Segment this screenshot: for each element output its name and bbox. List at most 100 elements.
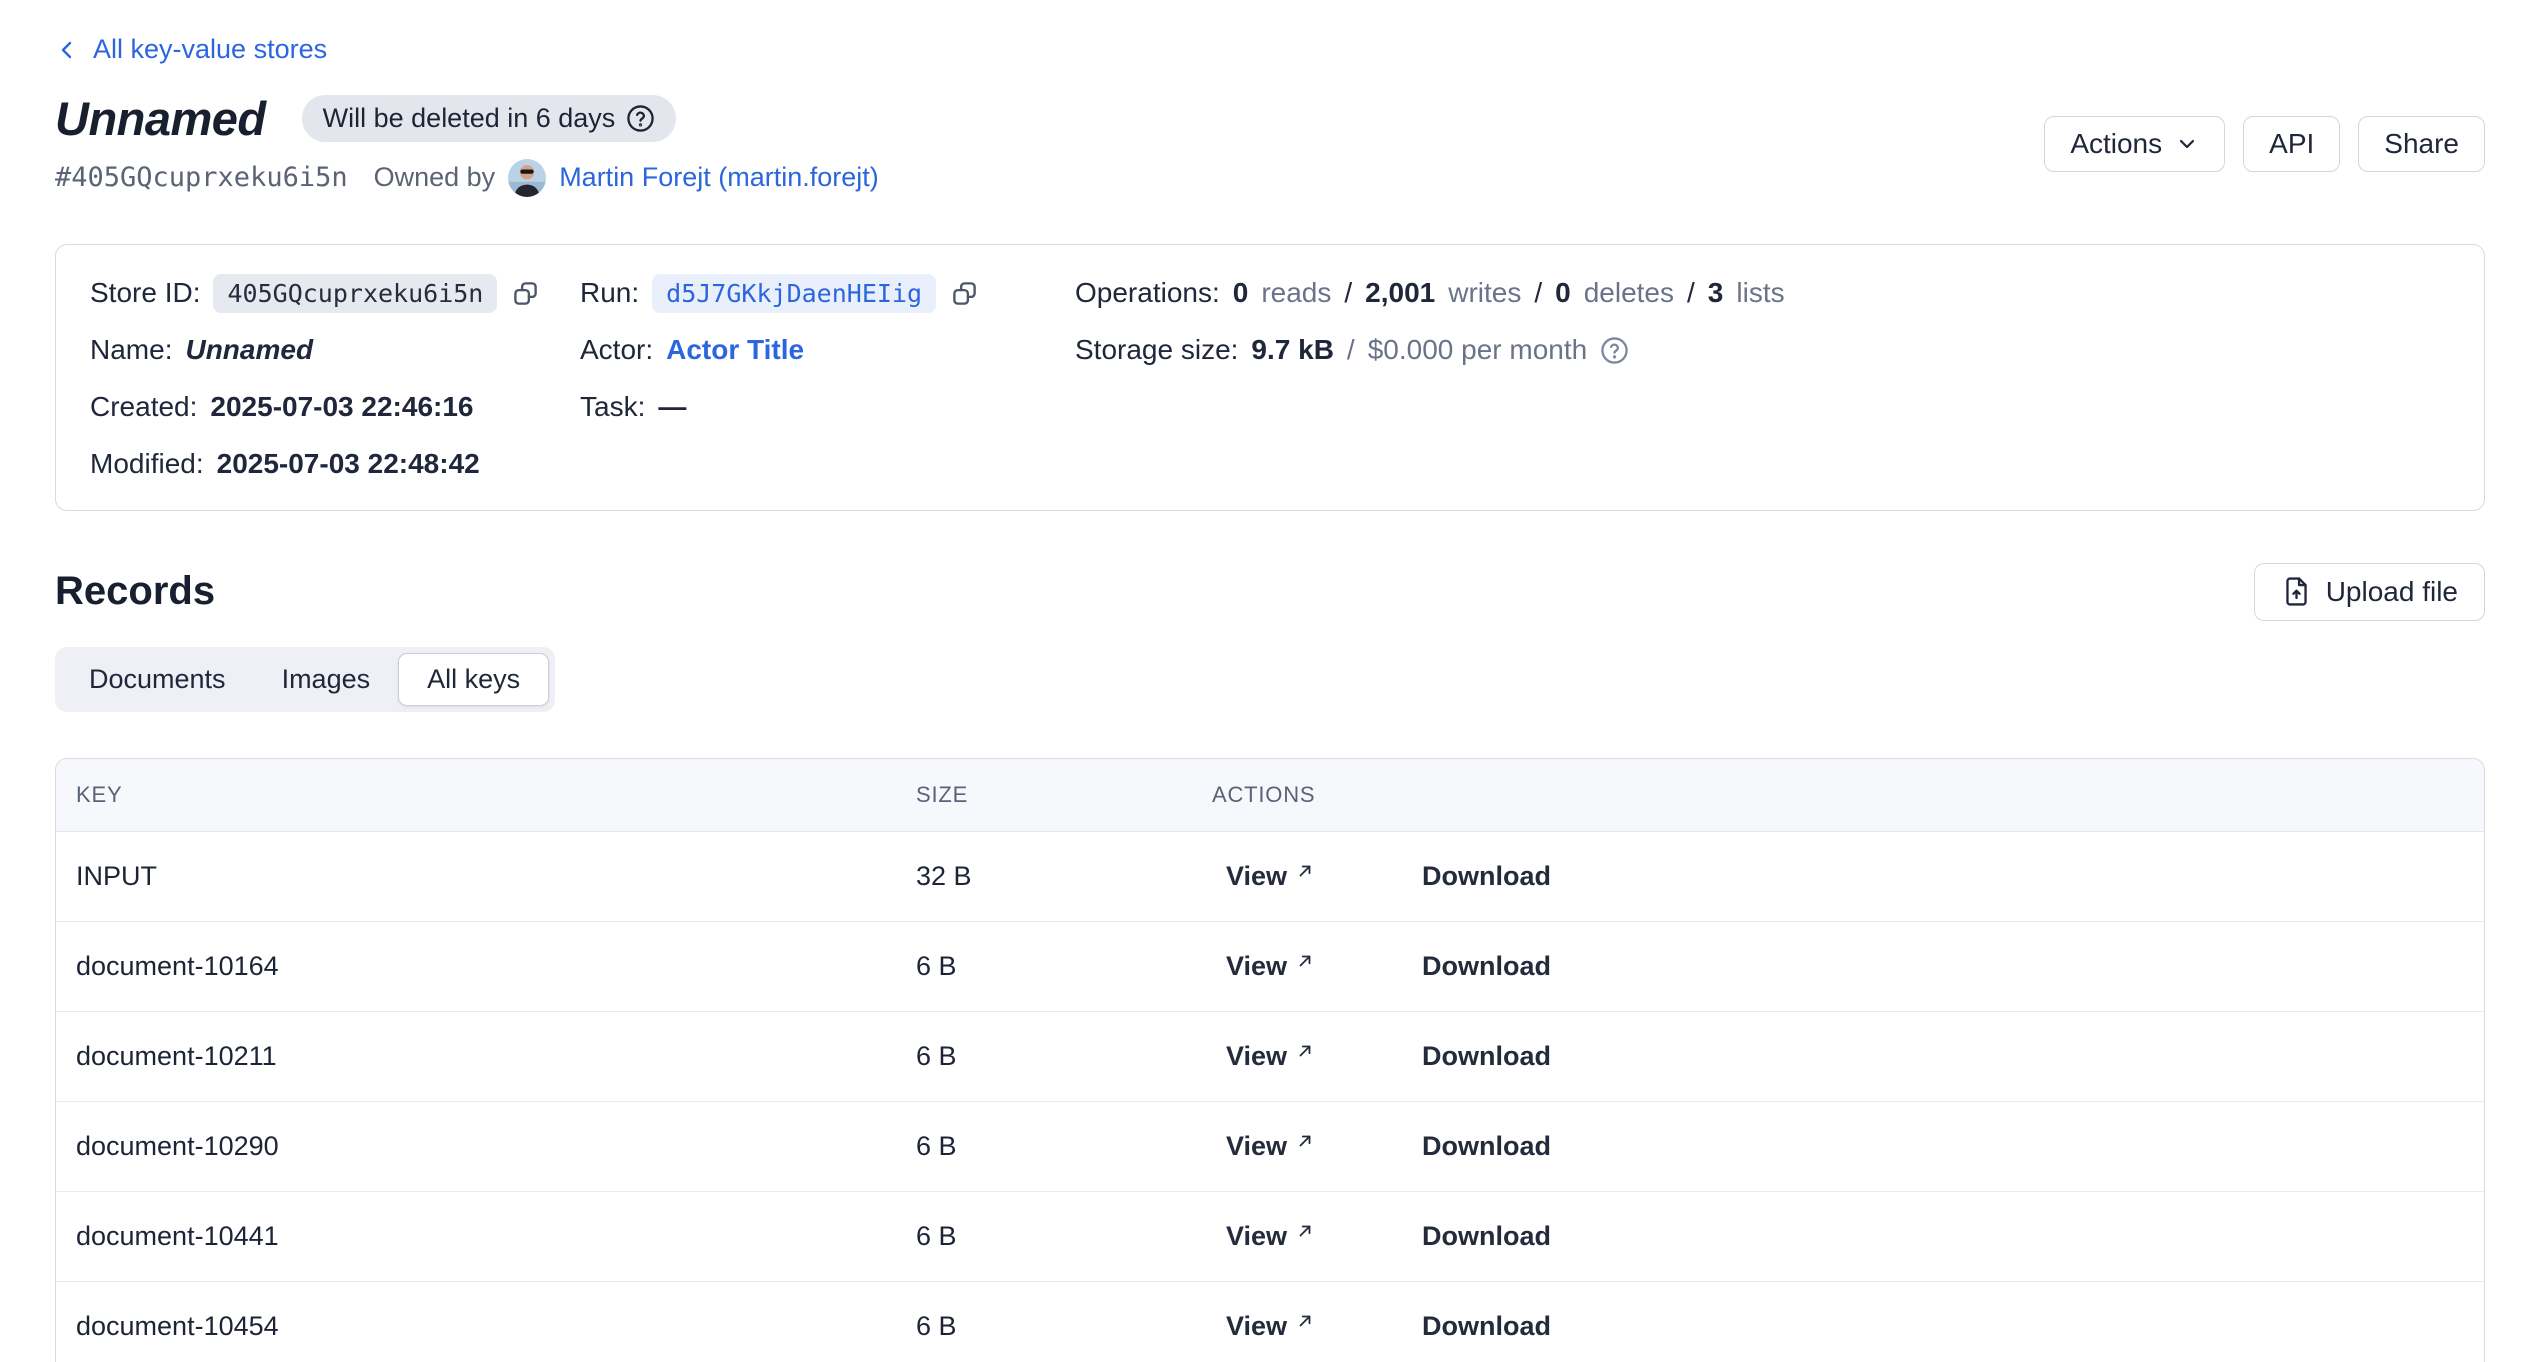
created-line: Created: 2025-07-03 22:46:16: [90, 379, 580, 436]
writes-count: 2,001: [1365, 277, 1435, 309]
record-actions: View Download: [1212, 951, 2484, 982]
records-table-body: INPUT 32 B View Download document-1016: [56, 832, 2484, 1362]
storage-line: Storage size: 9.7 kB / $0.000 per month: [1075, 322, 2450, 379]
lists-word: lists: [1736, 277, 1784, 309]
lists-count: 3: [1708, 277, 1724, 309]
table-row: document-10290 6 B View Download: [56, 1102, 2484, 1192]
storage-separator: /: [1347, 334, 1355, 366]
tab-images[interactable]: Images: [254, 653, 399, 706]
upload-file-button[interactable]: Upload file: [2254, 563, 2485, 621]
view-link-label: View: [1226, 861, 1287, 892]
download-link-label: Download: [1422, 861, 1551, 892]
view-link[interactable]: View: [1226, 861, 1314, 892]
records-tab-bar: Documents Images All keys: [55, 647, 555, 712]
record-key: INPUT: [76, 861, 916, 892]
tab-documents[interactable]: Documents: [61, 653, 254, 706]
breadcrumb-label: All key-value stores: [93, 34, 327, 65]
external-link-icon: [1296, 1222, 1314, 1240]
view-link[interactable]: View: [1226, 1311, 1314, 1342]
record-size: 32 B: [916, 861, 1212, 892]
share-button[interactable]: Share: [2358, 116, 2485, 172]
record-key: document-10164: [76, 951, 916, 982]
api-button[interactable]: API: [2243, 116, 2340, 172]
breadcrumb-all-key-value-stores[interactable]: All key-value stores: [55, 34, 327, 65]
view-link-label: View: [1226, 951, 1287, 982]
view-link-label: View: [1226, 1131, 1287, 1162]
download-link-label: Download: [1422, 951, 1551, 982]
name-label: Name:: [90, 334, 172, 366]
view-link[interactable]: View: [1226, 951, 1314, 982]
run-label: Run:: [580, 277, 639, 309]
actions-button-label: Actions: [2070, 128, 2162, 160]
modified-line: Modified: 2025-07-03 22:48:42: [90, 436, 580, 493]
actor-link[interactable]: Actor Title: [666, 334, 804, 366]
header-button-group: Actions API Share: [2044, 116, 2485, 172]
download-link[interactable]: Download: [1422, 1131, 1551, 1162]
copy-store-id-button[interactable]: [512, 280, 539, 307]
download-link[interactable]: Download: [1422, 951, 1551, 982]
ops-separator: /: [1687, 277, 1695, 309]
name-value: Unnamed: [185, 334, 313, 366]
record-actions: View Download: [1212, 1131, 2484, 1162]
record-key: document-10441: [76, 1221, 916, 1252]
created-value: 2025-07-03 22:46:16: [210, 391, 473, 423]
storage-label: Storage size:: [1075, 334, 1238, 366]
record-key: document-10454: [76, 1311, 916, 1342]
run-line: Run: d5J7GKkjDaenHEIig: [580, 265, 1075, 322]
run-id-chip[interactable]: d5J7GKkjDaenHEIig: [652, 274, 936, 313]
download-link-label: Download: [1422, 1311, 1551, 1342]
page-title: Unnamed: [55, 91, 266, 146]
download-link[interactable]: Download: [1422, 1311, 1551, 1342]
owned-by: Owned by Martin Forejt (martin.forejt): [374, 159, 879, 197]
tab-all-keys[interactable]: All keys: [398, 653, 549, 706]
owner-link[interactable]: Martin Forejt (martin.forejt): [559, 162, 879, 193]
store-hash: #405GQcuprxeku6i5n: [55, 162, 348, 193]
storage-help-icon[interactable]: [1600, 336, 1629, 365]
column-header-actions: ACTIONS: [1212, 782, 2484, 808]
table-row: document-10454 6 B View Download: [56, 1282, 2484, 1362]
download-link-label: Download: [1422, 1131, 1551, 1162]
ops-separator: /: [1344, 277, 1352, 309]
view-link-label: View: [1226, 1221, 1287, 1252]
reads-count: 0: [1233, 277, 1249, 309]
deletes-count: 0: [1555, 277, 1571, 309]
view-link[interactable]: View: [1226, 1041, 1314, 1072]
name-line: Name: Unnamed: [90, 322, 580, 379]
external-link-icon: [1296, 1132, 1314, 1150]
deletion-badge: Will be deleted in 6 days: [302, 95, 677, 142]
copy-run-id-button[interactable]: [951, 280, 978, 307]
download-link[interactable]: Download: [1422, 1221, 1551, 1252]
actor-label: Actor:: [580, 334, 653, 366]
store-id-label: Store ID:: [90, 277, 200, 309]
record-size: 6 B: [916, 1131, 1212, 1162]
table-row: INPUT 32 B View Download: [56, 832, 2484, 922]
task-line: Task: —: [580, 379, 1075, 436]
info-card-column-1: Store ID: 405GQcuprxeku6i5n Name: Unname…: [90, 265, 580, 493]
download-link[interactable]: Download: [1422, 1041, 1551, 1072]
task-label: Task:: [580, 391, 645, 423]
upload-file-label: Upload file: [2326, 576, 2458, 608]
view-link-label: View: [1226, 1311, 1287, 1342]
actions-button[interactable]: Actions: [2044, 116, 2225, 172]
records-table-header: KEY SIZE ACTIONS: [56, 759, 2484, 832]
table-row: document-10211 6 B View Download: [56, 1012, 2484, 1102]
record-size: 6 B: [916, 1221, 1212, 1252]
chevron-left-icon: [55, 38, 79, 62]
record-actions: View Download: [1212, 1221, 2484, 1252]
view-link-label: View: [1226, 1041, 1287, 1072]
operations-line: Operations: 0 reads / 2,001 writes / 0 d…: [1075, 265, 2450, 322]
records-table: KEY SIZE ACTIONS INPUT 32 B View Downloa…: [55, 758, 2485, 1362]
avatar-image: [508, 159, 546, 197]
view-link[interactable]: View: [1226, 1221, 1314, 1252]
view-link[interactable]: View: [1226, 1131, 1314, 1162]
table-row: document-10164 6 B View Download: [56, 922, 2484, 1012]
external-link-icon: [1296, 952, 1314, 970]
help-circle-icon[interactable]: [626, 104, 655, 133]
owner-avatar[interactable]: [508, 159, 546, 197]
download-link[interactable]: Download: [1422, 861, 1551, 892]
table-row: document-10441 6 B View Download: [56, 1192, 2484, 1282]
record-size: 6 B: [916, 1311, 1212, 1342]
task-value: —: [658, 391, 686, 423]
storage-size-value: 9.7 kB: [1251, 334, 1334, 366]
record-actions: View Download: [1212, 1311, 2484, 1342]
